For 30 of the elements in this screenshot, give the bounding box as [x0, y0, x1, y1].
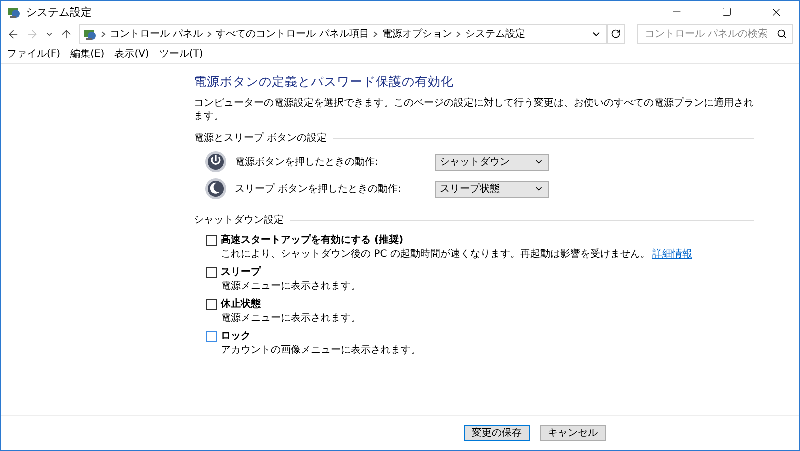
search-field[interactable]: コントロール パネルの検索	[637, 24, 793, 44]
setting-label: スリープ ボタンを押したときの動作:	[235, 182, 403, 196]
setting-label: 電源ボタンを押したときの動作:	[235, 156, 380, 168]
page-heading: 電源ボタンの定義とパスワード保護の有効化	[194, 74, 455, 91]
option-description: 電源メニューに表示されます。	[221, 312, 361, 325]
save-button[interactable]: 変更の保存	[464, 425, 530, 441]
option-label: 高速スタートアップを有効にする (推奨)	[221, 233, 404, 247]
page-description: コンピューターの電源設定を選択できます。このページの設定に対して行う変更は、お使いのすべての電源プランに適用されます。	[194, 97, 754, 123]
option-description: アカウントの画像メニューに表示されます。	[221, 344, 421, 357]
menu-item[interactable]: ファイル(F)	[7, 47, 61, 61]
address-bar[interactable]: コントロール パネル すべてのコントロール パネル項目 電源オプション システム設定	[79, 24, 607, 44]
action-dropdown[interactable]: シャットダウン	[435, 154, 549, 170]
option-description: 電源メニューに表示されます。	[221, 280, 361, 293]
section-title: シャットダウン設定	[194, 214, 284, 227]
breadcrumb-item[interactable]: すべてのコントロール パネル項目	[216, 27, 370, 41]
breadcrumb-item[interactable]: システム設定	[465, 27, 526, 41]
menu-item[interactable]: 編集(E)	[70, 47, 105, 61]
menu-item[interactable]: ツール(T)	[159, 47, 204, 61]
action-dropdown[interactable]: スリープ状態	[435, 180, 549, 198]
breadcrumb-item[interactable]: 電源オプション	[382, 27, 452, 41]
cancel-button[interactable]: キャンセル	[540, 425, 606, 441]
option-label: 休止状態	[221, 298, 261, 311]
details-link[interactable]: 詳細情報	[652, 247, 692, 261]
breadcrumb-item[interactable]: コントロール パネル	[110, 27, 204, 41]
option-label: スリープ	[221, 265, 261, 279]
window-title: システム設定	[26, 4, 93, 20]
option-description: これにより、シャットダウン後の PC の起動時間が速くなります。再起動は影響を受けません。	[221, 248, 650, 261]
menu-item[interactable]: 表示(V)	[114, 47, 150, 61]
option-label: ロック	[221, 330, 251, 343]
section-title: 電源とスリープ ボタンの設定	[194, 132, 328, 145]
